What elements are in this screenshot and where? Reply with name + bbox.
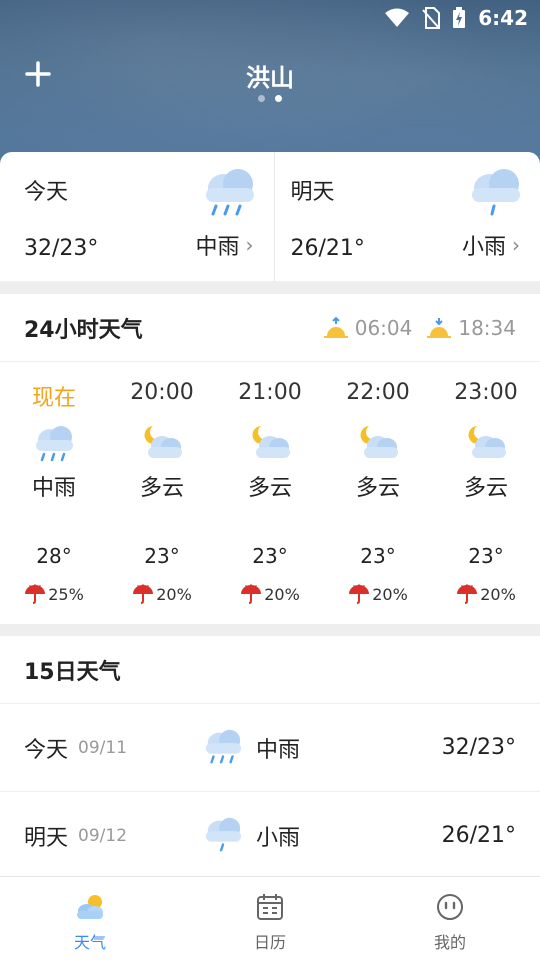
nav-calendar[interactable]: 日历	[180, 877, 360, 960]
section-divider	[0, 624, 540, 636]
hourly-item: 22:00 多云 23° 20%	[324, 380, 432, 624]
hour-temp: 23°	[252, 544, 288, 568]
hour-precip: 20%	[132, 584, 192, 604]
hour-precip-value: 20%	[264, 584, 300, 604]
tomorrow-condition: 小雨 ›	[462, 229, 520, 261]
hour-time: 20:00	[130, 380, 194, 405]
chevron-right-icon: ›	[245, 233, 254, 257]
face-icon	[437, 894, 463, 920]
today-condition: 中雨 ›	[195, 229, 253, 261]
hour-precip: 25%	[24, 584, 84, 604]
hour-condition: 多云	[355, 476, 400, 501]
today-summary[interactable]: 今天 32/23° 中雨 ›	[0, 152, 274, 281]
hour-temp: 23°	[468, 544, 504, 568]
light-rain-cloud-icon	[205, 817, 242, 852]
nav-calendar-label: 日历	[253, 933, 286, 952]
hour-time: 22:00	[346, 380, 410, 405]
nav-mine-label: 我的	[433, 933, 466, 952]
header: 6:42 洪山	[0, 0, 540, 175]
page-dot	[258, 95, 265, 102]
calendar-icon	[257, 894, 283, 920]
hour-condition: 中雨	[31, 476, 76, 501]
sunset-icon	[427, 317, 452, 338]
bottom-nav: 天气 日历 我的	[0, 876, 540, 960]
umbrella-icon	[25, 584, 46, 604]
nav-mine[interactable]: 我的	[360, 877, 540, 960]
hour-precip: 20%	[348, 584, 408, 604]
daily-title: 15日天气	[24, 659, 121, 685]
hour-temp: 23°	[360, 544, 396, 568]
rain-cloud-icon	[205, 169, 254, 216]
daily-condition: 中雨	[256, 737, 301, 763]
hourly-item: 20:00 多云 23° 20%	[108, 380, 216, 624]
umbrella-icon	[133, 584, 154, 604]
hourly-header: 24小时天气 06:04 18:34	[0, 294, 540, 362]
hourly-item: 现在 中雨 28° 25%	[0, 380, 108, 624]
status-time: 6:42	[478, 6, 528, 30]
daily-temp: 26/21°	[441, 823, 516, 848]
daily-date: 09/11	[78, 737, 128, 758]
rain-cloud-icon	[36, 426, 73, 462]
hour-precip-value: 25%	[48, 584, 84, 604]
tomorrow-temp: 26/21°	[290, 236, 365, 261]
hour-precip-value: 20%	[480, 584, 516, 604]
hour-time: 23:00	[454, 380, 518, 405]
city-name[interactable]: 洪山	[0, 58, 540, 93]
daily-condition: 小雨	[256, 825, 301, 851]
rain-cloud-icon	[205, 729, 242, 764]
hour-precip-value: 20%	[372, 584, 408, 604]
weather-icon	[77, 895, 103, 919]
chevron-right-icon: ›	[512, 233, 520, 257]
status-bar: 6:42	[384, 0, 540, 36]
hour-condition: 多云	[463, 476, 508, 501]
hour-time: 现在	[31, 386, 76, 411]
hour-condition: 多云	[247, 476, 292, 501]
section-divider	[0, 282, 540, 294]
daily-header: 15日天气	[0, 636, 540, 704]
hour-condition: 多云	[139, 476, 184, 501]
daily-row[interactable]: 今天 09/11 中雨 32/23°	[0, 704, 540, 792]
nav-weather[interactable]: 天气	[0, 877, 180, 960]
daily-date: 09/12	[78, 825, 128, 846]
hour-temp: 28°	[36, 544, 72, 568]
daily-day: 今天	[24, 737, 69, 763]
sunset: 18:34	[426, 316, 516, 340]
no-sim-icon	[422, 7, 441, 29]
moon-cloud-icon	[360, 426, 398, 458]
tomorrow-summary[interactable]: 明天 26/21° 小雨 ›	[273, 152, 540, 281]
daily-temp: 32/23°	[441, 735, 516, 760]
hour-temp: 23°	[144, 544, 180, 568]
main-card: 今天 32/23° 中雨 › 明天 26/21° 小雨 › 24小时天气 06:…	[0, 152, 540, 876]
umbrella-icon	[241, 584, 262, 604]
wifi-icon	[385, 8, 410, 27]
tomorrow-condition-label: 小雨	[461, 235, 506, 260]
sunrise-time: 06:04	[354, 315, 413, 340]
light-rain-cloud-icon	[472, 169, 520, 216]
moon-cloud-icon	[144, 426, 182, 458]
moon-cloud-icon	[252, 426, 290, 458]
sunrise: 06:04	[323, 315, 413, 340]
page-indicator	[0, 95, 540, 102]
moon-cloud-icon	[468, 426, 506, 458]
hourly-title: 24小时天气	[24, 317, 143, 343]
nav-weather-label: 天气	[73, 933, 106, 952]
daily-day: 明天	[24, 825, 69, 851]
hour-precip-value: 20%	[156, 584, 192, 604]
umbrella-icon	[457, 584, 478, 604]
hour-precip: 20%	[240, 584, 300, 604]
hour-precip: 20%	[456, 584, 516, 604]
sunrise-icon	[323, 316, 348, 338]
umbrella-icon	[349, 584, 370, 604]
hour-time: 21:00	[238, 380, 302, 405]
hourly-list[interactable]: 现在 中雨 28° 25% 20:00 多云 23° 20% 21:00 多云 …	[0, 362, 540, 624]
today-condition-label: 中雨	[195, 235, 240, 260]
battery-charging-icon	[453, 7, 466, 28]
page-dot-active	[275, 95, 282, 102]
daily-row[interactable]: 明天 09/12 小雨 26/21°	[0, 792, 540, 876]
hourly-item: 23:00 多云 23° 20%	[432, 380, 540, 624]
hourly-item: 21:00 多云 23° 20%	[216, 380, 324, 624]
today-tomorrow-summary: 今天 32/23° 中雨 › 明天 26/21° 小雨 ›	[0, 152, 540, 282]
sunset-time: 18:34	[458, 315, 516, 340]
today-temp: 32/23°	[24, 236, 99, 261]
